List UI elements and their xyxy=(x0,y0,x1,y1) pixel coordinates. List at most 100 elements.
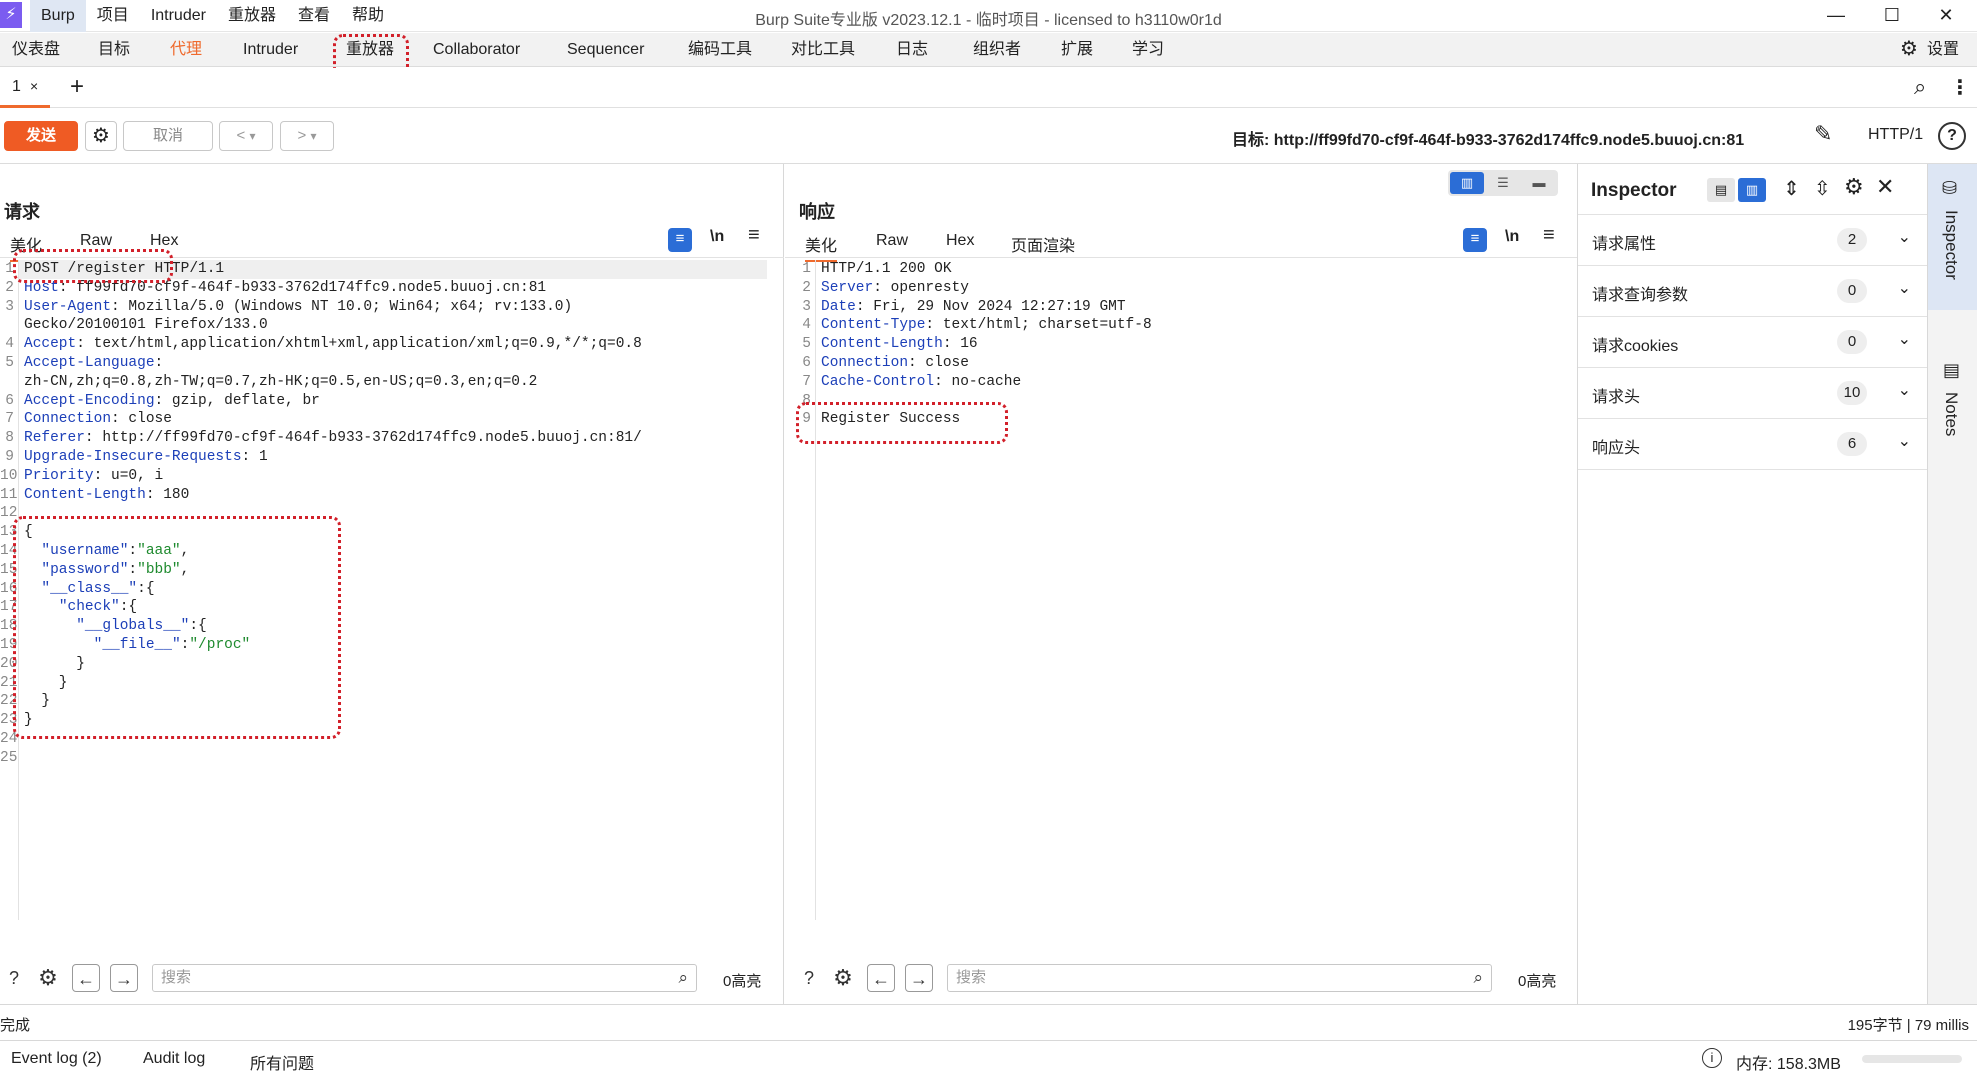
inspector-layout-active-icon[interactable]: ▥ xyxy=(1738,178,1766,202)
help-icon[interactable]: ? xyxy=(0,964,28,992)
tab-request-raw[interactable]: Raw xyxy=(80,232,112,250)
show-newlines-toggle[interactable]: \n xyxy=(1505,228,1519,246)
side-tab-notes[interactable]: ▤ Notes xyxy=(1928,360,1977,470)
chevron-down-icon[interactable]: ⌄ xyxy=(1898,380,1911,400)
tab-logger[interactable]: 日志 xyxy=(896,33,928,67)
arrow-right-icon[interactable]: → xyxy=(905,964,933,992)
request-search-input[interactable]: 搜索 ⌕ xyxy=(152,964,697,992)
gear-icon[interactable]: ⚙ xyxy=(1844,174,1864,200)
line-number: 11 xyxy=(0,486,18,503)
maximize-button[interactable]: ☐ xyxy=(1864,0,1920,32)
close-icon[interactable]: ✕ xyxy=(1876,174,1894,200)
menu-intruder[interactable]: Intruder xyxy=(140,0,217,32)
repeater-tab-1[interactable]: 1 × xyxy=(0,68,50,108)
minimize-button[interactable]: — xyxy=(1808,0,1864,32)
settings-button[interactable]: 设置 xyxy=(1927,33,1959,67)
tab-decoder[interactable]: 编码工具 xyxy=(688,33,752,67)
info-icon[interactable]: i xyxy=(1702,1048,1722,1068)
send-button[interactable]: 发送 xyxy=(4,121,78,151)
close-tab-icon[interactable]: × xyxy=(30,78,38,94)
chevron-down-icon[interactable]: ⌄ xyxy=(1898,329,1911,349)
close-window-button[interactable]: ✕ xyxy=(1918,0,1974,32)
gear-icon[interactable]: ⚙ xyxy=(85,121,117,151)
code-line: Accept: text/html,application/xhtml+xml,… xyxy=(24,335,642,354)
tab-sequencer[interactable]: Sequencer xyxy=(567,33,644,67)
response-search-input[interactable]: 搜索 ⌕ xyxy=(947,964,1492,992)
inspector-row-request-headers[interactable]: 请求头 10 ⌄ xyxy=(1578,368,1927,419)
inspector-row-count: 2 xyxy=(1837,228,1867,252)
inspector-row-label: 请求查询参数 xyxy=(1592,287,1689,304)
menu-project[interactable]: 项目 xyxy=(86,0,140,32)
inspector-layout-icon[interactable]: ▤ xyxy=(1707,178,1735,202)
layout-stacked-icon[interactable]: ☰ xyxy=(1486,172,1520,194)
inspector-row-query-params[interactable]: 请求查询参数 0 ⌄ xyxy=(1578,266,1927,317)
layout-side-by-side-icon[interactable]: ▥ xyxy=(1450,172,1484,194)
gear-icon[interactable]: ⚙ xyxy=(829,964,857,992)
code-token: Register Success xyxy=(821,411,961,428)
code-line: "password":"bbb", xyxy=(24,561,189,580)
show-newlines-toggle[interactable]: \n xyxy=(710,228,724,246)
http-version-toggle[interactable]: HTTP/1 xyxy=(1868,126,1923,144)
search-icon[interactable]: ⌕ xyxy=(1914,74,1926,100)
layout-tabs-icon[interactable]: ▬ xyxy=(1522,172,1556,194)
event-log-button[interactable]: Event log (2) xyxy=(11,1050,102,1068)
inspector-row-cookies[interactable]: 请求cookies 0 ⌄ xyxy=(1578,317,1927,368)
menu-view[interactable]: 查看 xyxy=(287,0,341,32)
highlight-count: 0高亮 xyxy=(1518,973,1557,990)
tab-response-render[interactable]: 页面渲染 xyxy=(1011,232,1075,256)
menu-icon[interactable]: ≡ xyxy=(748,224,760,247)
arrow-left-icon[interactable]: ← xyxy=(72,964,100,992)
collapse-all-icon[interactable]: ⇳ xyxy=(1814,176,1831,201)
all-issues-button[interactable]: 所有问题 xyxy=(250,1050,314,1074)
tab-extensions[interactable]: 扩展 xyxy=(1061,33,1093,67)
arrow-right-icon[interactable]: → xyxy=(110,964,138,992)
tab-organizer[interactable]: 组织者 xyxy=(973,33,1021,67)
menu-help[interactable]: 帮助 xyxy=(341,0,395,32)
inspector-row-request-attributes[interactable]: 请求属性 2 ⌄ xyxy=(1578,215,1927,266)
more-options-icon[interactable]: ⋮ xyxy=(1950,75,1970,100)
line-number: 19 xyxy=(0,637,18,653)
history-back-button[interactable]: < ▾ xyxy=(219,121,273,151)
history-forward-button[interactable]: > ▾ xyxy=(280,121,334,151)
tab-target[interactable]: 目标 xyxy=(98,33,130,67)
side-tab-inspector[interactable]: ⛁ Inspector xyxy=(1928,164,1977,310)
gear-icon[interactable]: ⚙ xyxy=(1900,32,1918,66)
tab-collaborator[interactable]: Collaborator xyxy=(433,33,520,67)
tab-response-raw[interactable]: Raw xyxy=(876,232,908,250)
chevron-down-icon[interactable]: ⌄ xyxy=(1898,278,1911,298)
tab-response-hex[interactable]: Hex xyxy=(946,232,974,250)
help-icon[interactable]: ? xyxy=(1938,122,1966,150)
code-token: "__globals__" xyxy=(76,618,190,635)
line-number: 13 xyxy=(0,524,18,541)
gear-icon[interactable]: ⚙ xyxy=(34,964,62,992)
tab-proxy[interactable]: 代理 xyxy=(170,33,202,67)
edit-target-icon[interactable]: ✎ xyxy=(1814,121,1832,147)
response-editor[interactable]: 1 HTTP/1.1 200 OK 2 Server: openresty 3 Date:… xyxy=(797,260,1567,920)
expand-all-icon[interactable]: ⇕ xyxy=(1783,176,1800,201)
tab-repeater[interactable]: 重放器 xyxy=(346,33,394,67)
add-tab-button[interactable]: + xyxy=(70,73,84,101)
tab-request-hex[interactable]: Hex xyxy=(150,232,178,250)
menu-repeater[interactable]: 重放器 xyxy=(217,0,287,32)
chevron-right-icon: > xyxy=(297,127,307,144)
code-token: : 180 xyxy=(145,486,190,503)
word-wrap-icon[interactable]: ≡ xyxy=(1463,228,1487,252)
tab-comparer[interactable]: 对比工具 xyxy=(791,33,855,67)
chevron-down-icon: ▾ xyxy=(249,129,256,143)
help-icon[interactable]: ? xyxy=(795,964,823,992)
chevron-down-icon[interactable]: ⌄ xyxy=(1898,227,1911,247)
cancel-button[interactable]: 取消 xyxy=(123,121,213,151)
menu-burp[interactable]: Burp xyxy=(30,0,86,32)
audit-log-button[interactable]: Audit log xyxy=(143,1050,205,1068)
inspector-row-response-headers[interactable]: 响应头 6 ⌄ xyxy=(1578,419,1927,470)
request-editor[interactable]: 1 POST /register HTTP/1.1 2 Host: ff99fd70-… xyxy=(0,260,780,920)
line-number: 8 xyxy=(802,392,811,409)
menu-icon[interactable]: ≡ xyxy=(1543,224,1555,247)
chevron-down-icon[interactable]: ⌄ xyxy=(1898,431,1911,451)
arrow-left-icon[interactable]: ← xyxy=(867,964,895,992)
tab-dashboard[interactable]: 仪表盘 xyxy=(12,33,60,67)
word-wrap-icon[interactable]: ≡ xyxy=(668,228,692,252)
tab-intruder[interactable]: Intruder xyxy=(243,33,298,67)
line-number: 14 xyxy=(0,543,18,559)
tab-learn[interactable]: 学习 xyxy=(1132,33,1164,67)
